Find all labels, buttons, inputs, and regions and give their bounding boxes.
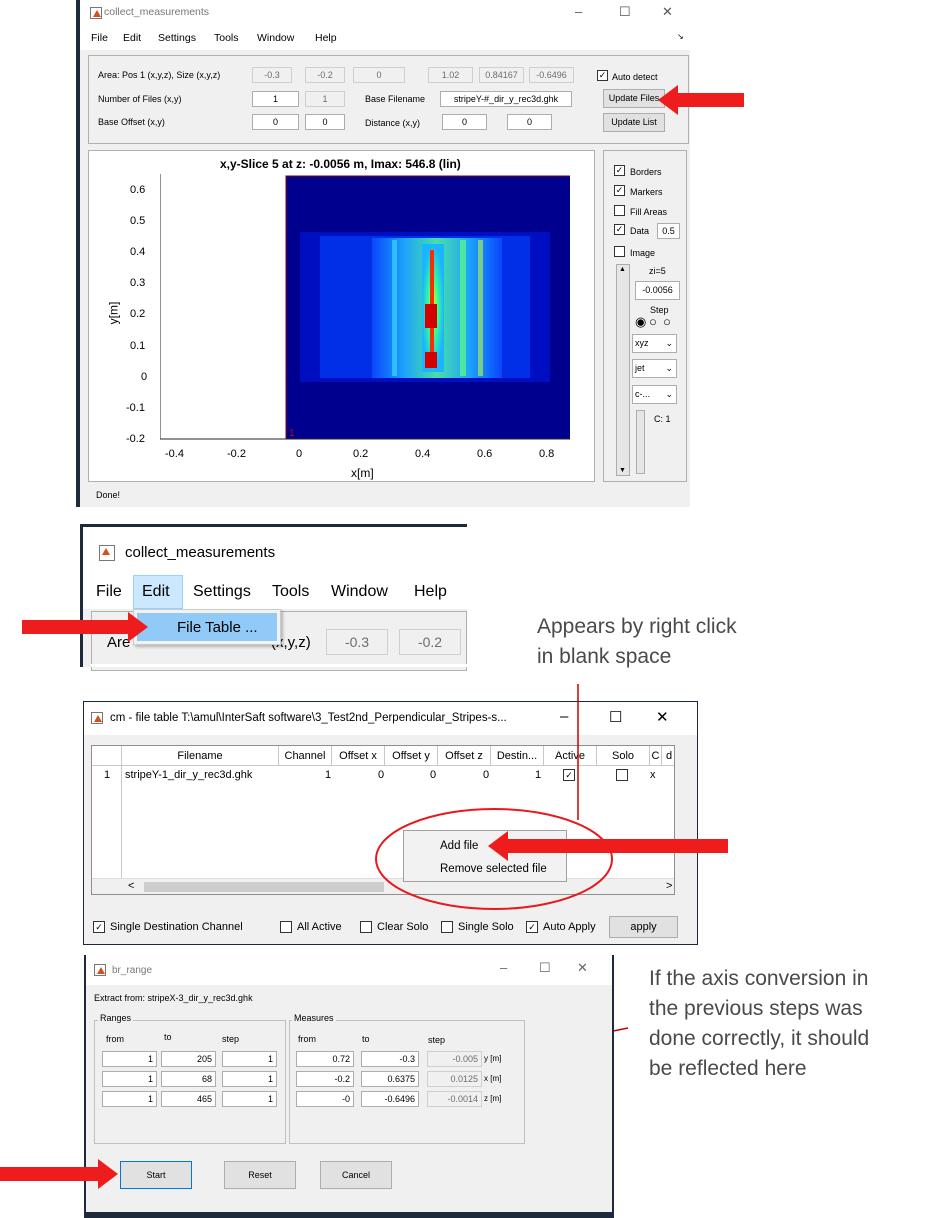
range-to-field[interactable]: 465 xyxy=(161,1091,216,1107)
measure-from-field[interactable]: -0 xyxy=(296,1091,354,1107)
range-step-field[interactable]: 1 xyxy=(222,1091,277,1107)
measures-from-header: from xyxy=(298,1034,316,1044)
range-to-field[interactable]: 205 xyxy=(161,1051,216,1067)
unit-label: x [m] xyxy=(484,1074,502,1083)
measure-to-field[interactable]: -0.3 xyxy=(361,1051,419,1067)
range-step-field[interactable]: 1 xyxy=(222,1051,277,1067)
arrow-start xyxy=(0,1159,118,1189)
range-from-field[interactable]: 1 xyxy=(102,1071,157,1087)
ranges-step-header: step xyxy=(222,1034,240,1044)
range-step-field[interactable]: 1 xyxy=(222,1071,277,1087)
measure-from-field[interactable]: 0.72 xyxy=(296,1051,354,1067)
measures-to-header: to xyxy=(362,1034,370,1044)
ranges-title: Ranges xyxy=(98,1013,134,1023)
note-axis-conversion: If the axis conversion in the previous s… xyxy=(649,964,869,1084)
extract-from-label: Extract from: stripeX-3_dir_y_rec3d.ghk xyxy=(94,993,253,1003)
ranges-from-header: from xyxy=(106,1034,124,1044)
ranges-to-header: to xyxy=(164,1032,172,1042)
note-line: If the axis conversion in xyxy=(649,967,869,990)
note-line: be reflected here xyxy=(649,1057,807,1080)
br-window-title: br_range xyxy=(112,965,153,976)
measure-to-field[interactable]: -0.6496 xyxy=(361,1091,419,1107)
range-to-field[interactable]: 68 xyxy=(161,1071,216,1087)
br-title-bar: br_range – ☐ ✕ xyxy=(86,955,612,985)
matlab-logo-icon xyxy=(94,964,106,976)
start-button[interactable]: Start xyxy=(120,1161,192,1189)
br-bottom-border xyxy=(86,1212,612,1218)
measure-step-field: 0.0125 xyxy=(427,1071,482,1087)
measure-from-field[interactable]: -0.2 xyxy=(296,1071,354,1087)
range-from-field[interactable]: 1 xyxy=(102,1051,157,1067)
measure-step-field: -0.005 xyxy=(427,1051,482,1067)
unit-label: y [m] xyxy=(484,1054,502,1063)
note-line: the previous steps was xyxy=(649,997,863,1020)
reset-button[interactable]: Reset xyxy=(224,1161,296,1189)
measure-to-field[interactable]: 0.6375 xyxy=(361,1071,419,1087)
unit-label: z [m] xyxy=(484,1094,502,1103)
range-from-field[interactable]: 1 xyxy=(102,1091,157,1107)
measures-step-header: step xyxy=(428,1035,446,1045)
close-icon[interactable]: ✕ xyxy=(577,960,588,976)
measure-step-field: -0.0014 xyxy=(427,1091,482,1107)
br-range-window: br_range – ☐ ✕ Extract from: stripeX-3_d… xyxy=(84,955,614,1218)
measures-title: Measures xyxy=(292,1013,336,1023)
arrow-add-file xyxy=(488,831,728,861)
minimize-icon[interactable]: – xyxy=(500,960,507,975)
cancel-button[interactable]: Cancel xyxy=(320,1161,392,1189)
maximize-icon[interactable]: ☐ xyxy=(539,960,551,976)
note-line: done correctly, it should xyxy=(649,1027,870,1050)
